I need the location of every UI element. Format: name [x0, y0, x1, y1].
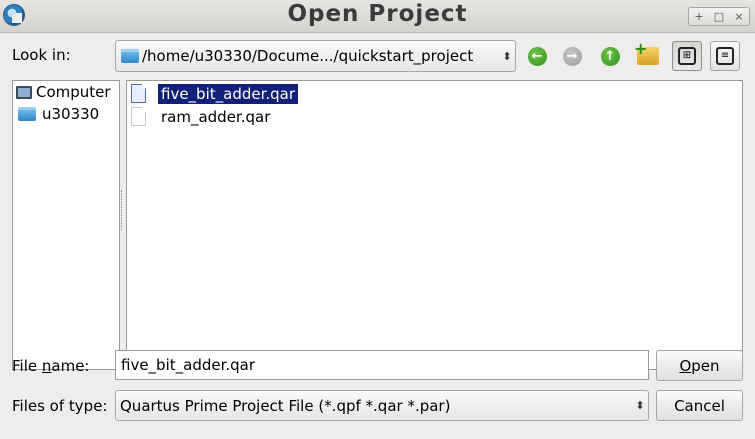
- chevron-updown-icon: ⬍: [502, 49, 512, 63]
- sidebar-item-label: u30330: [42, 105, 100, 123]
- file-list: five_bit_adder.qar ram_adder.qar: [126, 80, 743, 370]
- window-controls: + □ ×: [688, 7, 750, 26]
- back-button[interactable]: ←: [522, 41, 552, 71]
- list-view-icon: ≡: [716, 47, 734, 65]
- look-in-label: Look in:: [12, 46, 71, 64]
- list-item[interactable]: five_bit_adder.qar: [127, 82, 742, 105]
- places-sidebar: Computer u30330: [12, 80, 120, 370]
- folder-icon: [18, 107, 36, 121]
- title-bar[interactable]: Open Project + □ ×: [0, 0, 755, 33]
- window-title: Open Project: [287, 1, 468, 27]
- new-folder-button[interactable]: [633, 39, 663, 71]
- open-button[interactable]: Open: [656, 350, 743, 381]
- sidebar-item-home[interactable]: u30330: [13, 103, 119, 125]
- look-in-path: /home/u30330/Docume.../quickstart_projec…: [142, 47, 474, 65]
- list-item[interactable]: ram_adder.qar: [127, 105, 742, 128]
- close-icon[interactable]: ×: [730, 8, 748, 25]
- open-label: pen: [691, 356, 720, 375]
- file-name: ram_adder.qar: [161, 107, 271, 126]
- sidebar-item-computer[interactable]: Computer: [13, 81, 119, 103]
- label-part: File: [12, 357, 42, 375]
- file-type-label: Files of type:: [12, 397, 108, 415]
- file-icon: [131, 107, 146, 126]
- arrow-left-icon: ←: [527, 46, 547, 66]
- restore-icon[interactable]: □: [710, 8, 728, 25]
- computer-icon: [16, 85, 32, 99]
- detail-view-button[interactable]: ≡: [710, 41, 740, 71]
- forward-button[interactable]: →: [557, 41, 587, 71]
- chevron-updown-icon: ⬍: [635, 399, 645, 412]
- look-in-combo[interactable]: /home/u30330/Docume.../quickstart_projec…: [115, 40, 516, 72]
- file-type-value: Quartus Prime Project File (*.qpf *.qar …: [120, 396, 451, 415]
- file-name-input[interactable]: [115, 350, 649, 380]
- arrow-up-icon: ↑: [600, 46, 620, 66]
- file-name-label: File name:: [12, 357, 89, 375]
- splitter-handle[interactable]: [121, 190, 123, 230]
- icon-view-button[interactable]: ⊞: [672, 41, 702, 71]
- label-part: ame:: [51, 357, 90, 375]
- open-mnemonic: O: [679, 356, 692, 375]
- up-folder-button[interactable]: ↑: [595, 41, 625, 71]
- grid-view-icon: ⊞: [678, 47, 696, 65]
- file-icon: [131, 84, 146, 103]
- folder-icon: [121, 49, 139, 63]
- new-folder-icon: [634, 39, 659, 65]
- file-type-combo[interactable]: Quartus Prime Project File (*.qpf *.qar …: [115, 390, 649, 421]
- maximize-icon[interactable]: +: [690, 8, 708, 25]
- file-name: five_bit_adder.qar: [158, 83, 299, 104]
- cancel-button[interactable]: Cancel: [656, 390, 743, 421]
- sidebar-item-label: Computer: [36, 83, 111, 101]
- arrow-right-icon: →: [562, 46, 582, 66]
- label-mnemonic: n: [41, 357, 52, 375]
